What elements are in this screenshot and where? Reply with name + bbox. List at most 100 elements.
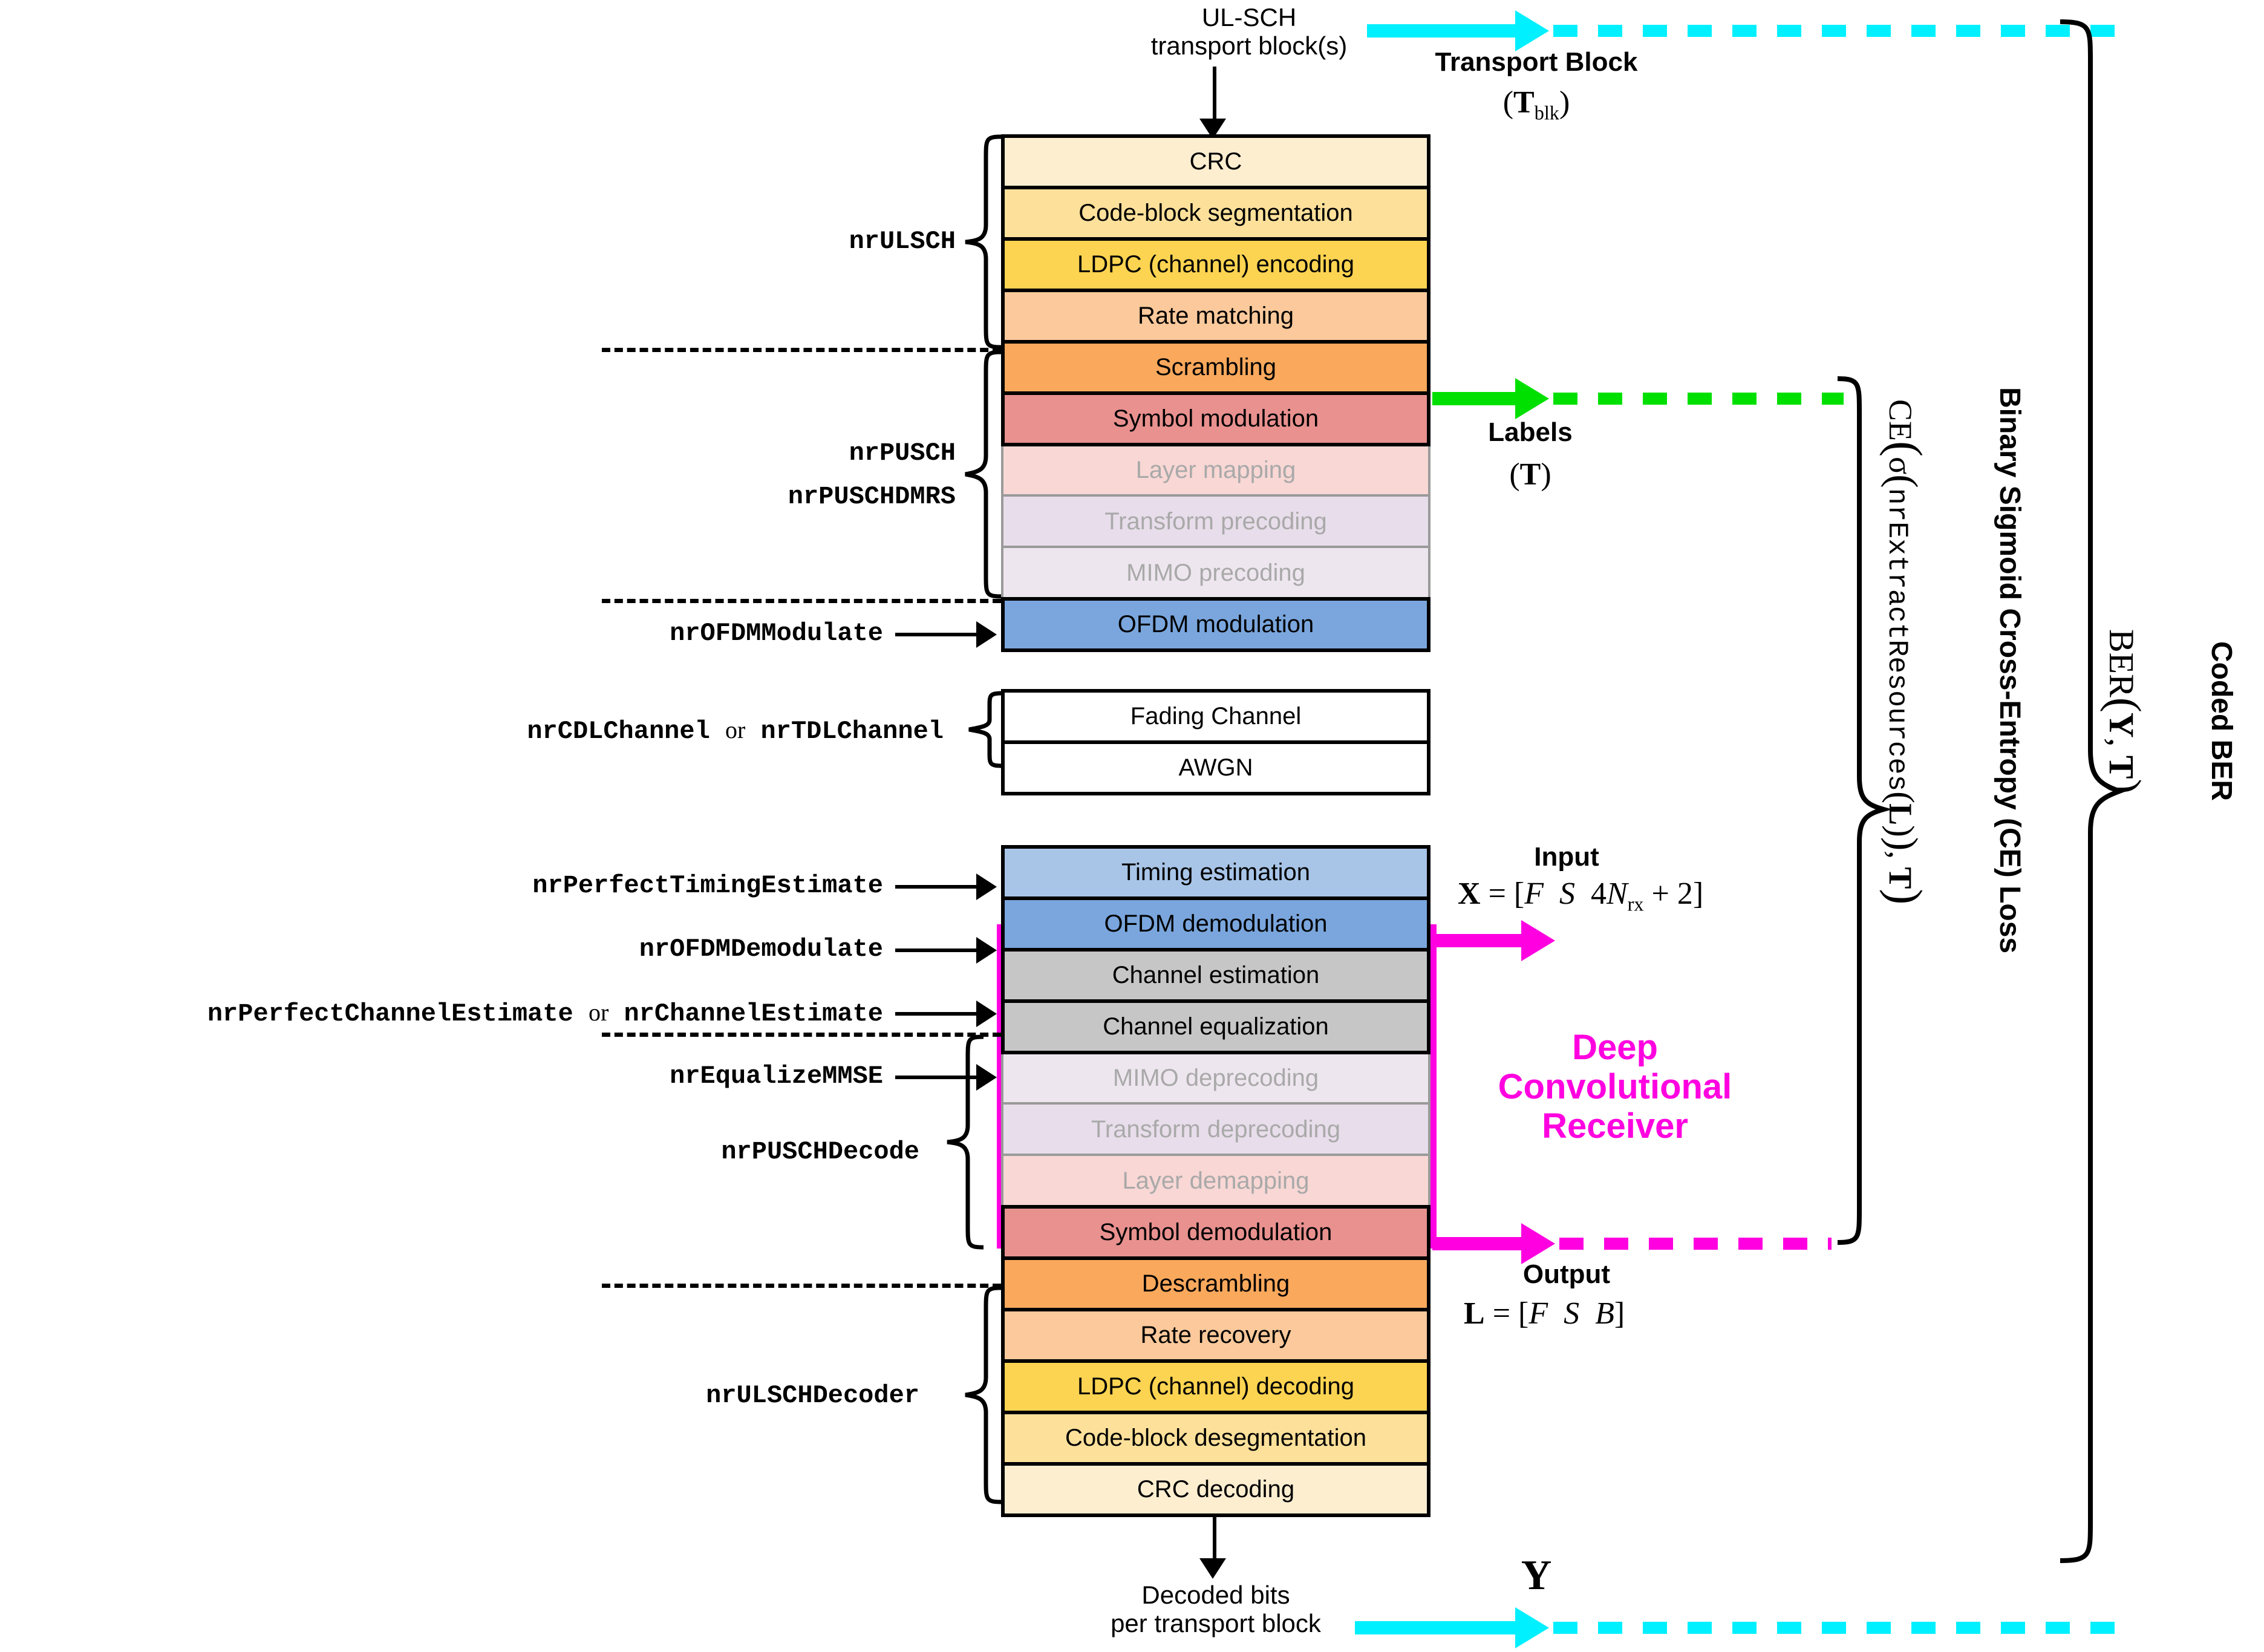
arrow-timing-shaft [895,885,980,889]
rx-block-timing-estimation: Timing estimation [1001,845,1430,900]
transport-block-arrow-shaft [1367,24,1515,38]
block-label: MIMO precoding [1126,560,1305,586]
block-label: CRC decoding [1137,1476,1295,1503]
dcr-title-line2: Convolutional [1498,1066,1732,1106]
brace-nrulsch [965,134,1002,350]
block-label: CRC [1189,148,1242,175]
dcr-output-dashed-line [1559,1238,1832,1250]
rx-block-ofdm-demodulation: OFDM demodulation [1001,896,1430,952]
tx-block-ldpc-channel-encoding: LDPC (channel) encoding [1001,237,1430,292]
source-label: UL-SCH transport block(s) [1122,3,1376,60]
decoded-arrow-head [1199,1558,1226,1579]
decoded-bits-label: Decoded bits per transport block [1089,1581,1343,1637]
decoded-line1: Decoded bits [1141,1581,1290,1609]
block-label: Layer mapping [1135,457,1296,483]
transport-block-symbol: (Tblk) [1502,85,1570,124]
block-label: LDPC (channel) decoding [1077,1373,1355,1400]
input-formula: X = [F S 4Nrx + 2] [1458,877,1704,915]
source-label-line1: UL-SCH [1201,3,1297,31]
ce-loss-name: Binary Sigmoid Cross-Entropy (CE) Loss [1993,387,2026,953]
block-label: Descrambling [1141,1270,1290,1297]
label-nrofdmmodulate: nrOFDMModulate [670,619,883,648]
block-label: OFDM demodulation [1104,910,1328,937]
brace-nrulschdecoder [965,1285,1002,1504]
rx-block-ldpc-channel-decoding: LDPC (channel) decoding [1001,1359,1430,1414]
coded-ber-name: Coded BER [2205,641,2238,801]
arrow-ofdmdemod-head [976,937,997,964]
channel-block-awgn: AWGN [1001,740,1430,795]
tx-block-scrambling: Scrambling [1001,340,1430,395]
coded-ber-name-text: Coded BER [2205,641,2237,801]
source-label-line2: transport block(s) [1150,31,1348,60]
dcr-output-arrow-shaft [1432,1237,1523,1250]
rx-block-channel-equalization: Channel equalization [1001,999,1430,1054]
transport-block-arrow-head [1515,10,1549,51]
label-nrequalizemmse: nrEqualizeMMSE [670,1062,883,1091]
rx-block-code-block-desegmentation: Code-block desegmentation [1001,1411,1430,1466]
block-label: AWGN [1178,754,1253,781]
tx-block-mimo-precoding: MIMO precoding [1001,546,1430,601]
label-nrpusch: nrPUSCH [849,439,956,468]
rx-block-mimo-deprecoding: MIMO deprecoding [1001,1051,1430,1106]
ber-formula: BER(Y, T) [2099,629,2150,794]
arrow-timing-head [976,873,997,900]
label-or-2: or [588,999,609,1026]
ce-loss-name-text: Binary Sigmoid Cross-Entropy (CE) Loss [1994,387,2026,954]
labels-arrow-shaft [1432,392,1517,405]
rx-block-rate-recovery: Rate recovery [1001,1308,1430,1363]
rx-block-descrambling: Descrambling [1001,1256,1430,1311]
y-symbol: Y [1521,1552,1552,1599]
labels-symbol: (T) [1509,457,1551,492]
dcr-title-line3: Receiver [1542,1106,1688,1146]
block-label: Channel equalization [1103,1013,1329,1040]
dcr-input-arrow-shaft [1432,934,1523,947]
block-label: MIMO deprecoding [1112,1065,1319,1091]
tx-block-transform-precoding: Transform precoding [1001,494,1430,549]
input-title: Input [1534,842,1599,872]
channel-block-fading-channel: Fading Channel [1001,689,1430,744]
arrow-chanest-head [976,1001,997,1027]
rx-block-crc-decoding: CRC decoding [1001,1462,1430,1517]
arrow-equalize-head [976,1064,997,1091]
y-arrow-head [1515,1607,1549,1648]
block-label: Code-block desegmentation [1065,1425,1367,1451]
separator-descrambling-ulschdecoder [602,1284,1001,1288]
arrow-equalize-shaft [895,1076,980,1079]
label-nrcdlchannel-or-nrtdlchannel: nrCDLChannel or nrTDLChannel [527,716,944,746]
block-label: Channel estimation [1112,962,1320,988]
separator-ulsch-pusch [602,348,1001,352]
tx-block-rate-matching: Rate matching [1001,289,1430,344]
diagram-canvas: UL-SCH transport block(s) Transport Bloc… [0,0,2264,1652]
label-nrulschdecoder: nrULSCHDecoder [706,1381,919,1410]
block-label: Scrambling [1155,354,1277,380]
label-nrperfectchannelestimate-or-nrchannelestimate: nrPerfectChannelEstimate or nrChannelEst… [207,999,883,1028]
tx-block-symbol-modulation: Symbol modulation [1001,391,1430,446]
separator-equalize-puschdecode [602,1033,1001,1037]
y-dashed-line [1553,1622,2116,1634]
deep-convolutional-receiver-title: Deep Convolutional Receiver [1452,1028,1778,1146]
separator-pusch-ofdm [602,599,1001,603]
output-formula: L = [F S B] [1464,1296,1625,1331]
label-nrperfecttimingestimate: nrPerfectTimingEstimate [532,871,883,900]
y-arrow-shaft [1355,1621,1518,1634]
arrow-nrofdmmodulate-shaft [895,633,980,636]
rx-block-layer-demapping: Layer demapping [1001,1154,1430,1209]
arrow-nrofdmmodulate-head [976,621,997,648]
block-label: Fading Channel [1130,703,1302,730]
rx-block-transform-deprecoding: Transform deprecoding [1001,1102,1430,1157]
tx-block-code-block-segmentation: Code-block segmentation [1001,186,1430,241]
tx-block-layer-mapping: Layer mapping [1001,443,1430,498]
transport-block-label: Transport Block [1435,47,1638,77]
brace-channel [968,691,1002,768]
dcr-title-line1: Deep [1572,1028,1658,1067]
tx-block-crc: CRC [1001,134,1430,189]
block-label: OFDM modulation [1117,611,1314,638]
dcr-output-arrow-head [1521,1223,1555,1264]
labels-title: Labels [1488,417,1573,447]
block-label: Timing estimation [1121,859,1310,886]
label-nrofdmdemodulate: nrOFDMDemodulate [639,935,883,964]
block-label: Code-block segmentation [1078,200,1353,226]
block-label: Rate matching [1138,302,1294,329]
rx-block-symbol-demodulation: Symbol demodulation [1001,1205,1430,1260]
label-or-1: or [725,716,746,743]
